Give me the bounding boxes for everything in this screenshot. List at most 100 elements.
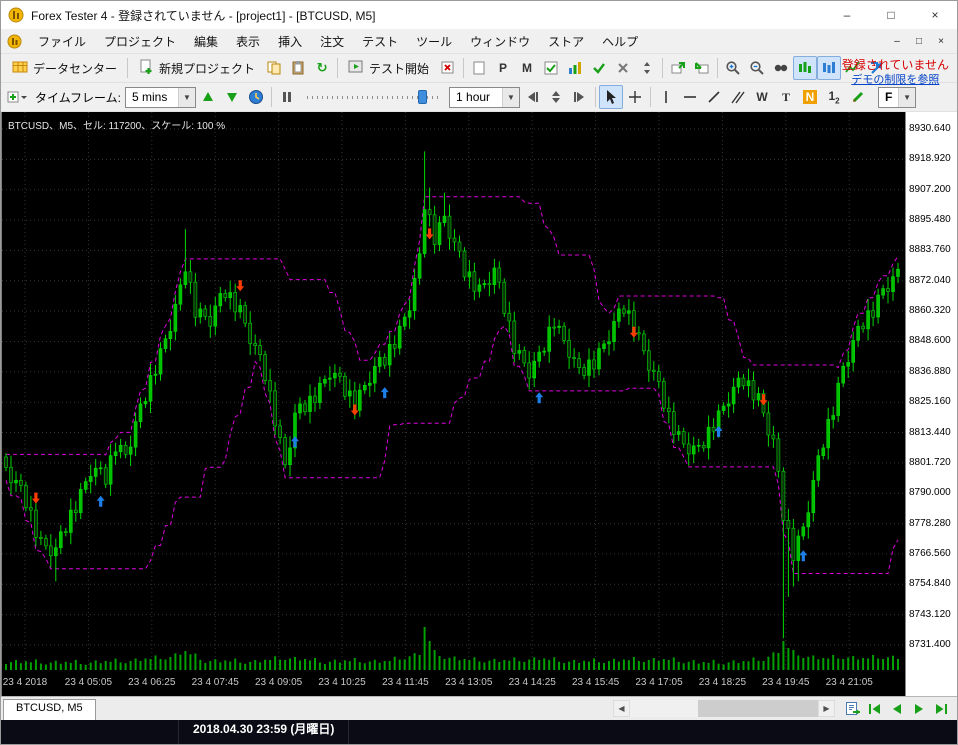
separator bbox=[662, 58, 664, 78]
envelope-lower-line bbox=[5, 325, 899, 574]
refresh-icon[interactable]: ↻ bbox=[310, 56, 334, 80]
accept-icon[interactable] bbox=[587, 56, 611, 80]
deposit-button[interactable] bbox=[666, 56, 690, 80]
numbers-tool-button[interactable]: 12 bbox=[822, 85, 846, 109]
new-chart-button[interactable] bbox=[467, 56, 491, 80]
menu-item[interactable]: ストア bbox=[539, 29, 593, 53]
menu-item[interactable]: 編集 bbox=[185, 29, 227, 53]
sell-arrow-icon bbox=[236, 280, 245, 292]
new-project-button[interactable]: 新規プロジェクト bbox=[131, 56, 262, 81]
slider-thumb[interactable] bbox=[418, 90, 428, 104]
chart-tab[interactable]: BTCUSD, M5 bbox=[3, 699, 96, 720]
menu-item[interactable]: ヘルプ bbox=[593, 29, 647, 53]
data-center-button[interactable]: データセンター bbox=[5, 56, 124, 81]
pending-order-button[interactable]: P bbox=[491, 56, 515, 80]
scrollbar-track[interactable] bbox=[630, 700, 818, 717]
maximize-button[interactable]: □ bbox=[869, 1, 913, 29]
mdi-close-button[interactable]: × bbox=[931, 32, 951, 50]
add-object-button[interactable] bbox=[5, 85, 29, 109]
go-previous-button[interactable] bbox=[887, 699, 907, 719]
chevron-down-icon[interactable]: ▼ bbox=[898, 87, 916, 107]
withdraw-button[interactable] bbox=[690, 56, 714, 80]
candle-mode-button[interactable] bbox=[793, 56, 818, 80]
crosshair-tool-button[interactable] bbox=[623, 85, 647, 109]
separator bbox=[463, 58, 465, 78]
step-forward-button[interactable] bbox=[568, 85, 592, 109]
title-bar[interactable]: Forex Tester 4 - 登録されていません - [project1] … bbox=[1, 1, 957, 29]
buy-arrow-icon bbox=[96, 495, 105, 507]
scrollbar-thumb[interactable] bbox=[698, 700, 818, 717]
data-center-icon bbox=[12, 59, 28, 78]
chart-plot[interactable]: BTCUSD、M5、セル: 117200、スケール: 100 % 23 4 20… bbox=[1, 112, 906, 696]
chart-scrollbar[interactable]: ◀ ▶ bbox=[613, 700, 835, 717]
price-axis-label: 8836.880 bbox=[909, 365, 951, 377]
chevron-down-icon[interactable]: ▼ bbox=[502, 87, 520, 107]
pointer-tool-button[interactable] bbox=[599, 85, 624, 109]
chevron-down-icon[interactable]: ▼ bbox=[178, 87, 196, 107]
scroll-right-button[interactable]: ▶ bbox=[818, 700, 835, 717]
window-title: Forex Tester 4 - 登録されていません - [project1] … bbox=[31, 8, 376, 23]
timeframe-down-button[interactable] bbox=[220, 85, 244, 109]
menu-item[interactable]: テスト bbox=[353, 29, 407, 53]
timeframe-label: タイムフレーム: bbox=[35, 90, 122, 105]
go-next-button[interactable] bbox=[909, 699, 929, 719]
zoom-out-button[interactable] bbox=[745, 56, 769, 80]
jump-interval-select[interactable]: 1 hour ▼ bbox=[449, 86, 521, 108]
timeframe-select[interactable]: 5 mins ▼ bbox=[125, 86, 197, 108]
autoscroll-button[interactable] bbox=[843, 699, 863, 719]
demo-limit-link[interactable]: デモの制限を参照 bbox=[851, 74, 939, 86]
close-button[interactable]: × bbox=[913, 1, 957, 29]
price-axis-label: 8825.160 bbox=[909, 396, 951, 408]
price-axis-label: 8918.920 bbox=[909, 153, 951, 165]
horizontal-line-tool[interactable] bbox=[678, 85, 702, 109]
not-registered-text: 登録されていません bbox=[841, 58, 949, 72]
menu-item[interactable]: ツール bbox=[407, 29, 461, 53]
menu-item[interactable]: プロジェクト bbox=[95, 29, 185, 53]
go-first-button[interactable] bbox=[865, 699, 885, 719]
menu-item[interactable]: ファイル bbox=[29, 29, 95, 53]
indicator-select[interactable]: F ▼ bbox=[878, 86, 917, 108]
finish-test-button[interactable] bbox=[436, 56, 460, 80]
mdi-restore-button[interactable]: □ bbox=[909, 32, 929, 50]
candlestick-chart[interactable]: 23 4 2018 23 4 05:05 23 4 06:25 23 4 07:45 2… bbox=[2, 112, 906, 696]
close-order-button[interactable] bbox=[611, 56, 635, 80]
speed-slider[interactable] bbox=[305, 88, 443, 106]
vertical-line-tool[interactable] bbox=[654, 85, 678, 109]
open-positions-button[interactable] bbox=[563, 56, 587, 80]
go-last-button[interactable] bbox=[931, 699, 951, 719]
menu-item[interactable]: 表示 bbox=[227, 29, 269, 53]
brush-tool-button[interactable] bbox=[846, 85, 870, 109]
mdi-minimize-button[interactable]: – bbox=[887, 32, 907, 50]
modify-order-button[interactable] bbox=[635, 56, 659, 80]
menu-item[interactable]: ウィンドウ bbox=[461, 29, 539, 53]
scroll-left-button[interactable]: ◀ bbox=[613, 700, 630, 717]
data-center-label: データセンター bbox=[33, 61, 118, 76]
time-zone-button[interactable] bbox=[244, 85, 268, 109]
copy-project-button[interactable] bbox=[262, 56, 286, 80]
find-bar-button[interactable] bbox=[769, 56, 793, 80]
pause-button[interactable] bbox=[275, 85, 299, 109]
text-tool-button[interactable]: T bbox=[774, 85, 798, 109]
confirm-order-button[interactable] bbox=[539, 56, 563, 80]
market-order-button[interactable]: M bbox=[515, 56, 539, 80]
time-axis-label: 23 4 15:45 bbox=[572, 677, 620, 688]
zoom-in-button[interactable] bbox=[721, 56, 745, 80]
start-test-button[interactable]: テスト開始 bbox=[341, 56, 436, 81]
channel-tool[interactable] bbox=[726, 85, 750, 109]
timeframe-up-button[interactable] bbox=[196, 85, 220, 109]
bar-mode-button[interactable] bbox=[817, 56, 842, 80]
price-axis-label: 8813.440 bbox=[909, 426, 951, 438]
price-axis[interactable]: 8930.640 8918.920 8907.200 8895.480 8883.760… bbox=[905, 112, 957, 696]
menu-item[interactable]: 挿入 bbox=[269, 29, 311, 53]
price-axis-label: 8883.760 bbox=[909, 244, 951, 256]
trend-line-tool[interactable] bbox=[702, 85, 726, 109]
paste-button[interactable] bbox=[286, 56, 310, 80]
menu-item[interactable]: 注文 bbox=[311, 29, 353, 53]
new-project-label: 新規プロジェクト bbox=[159, 61, 256, 76]
step-back-button[interactable] bbox=[520, 85, 544, 109]
bar-stepper[interactable] bbox=[544, 85, 568, 109]
note-tool-button[interactable]: N bbox=[798, 85, 822, 109]
minimize-button[interactable]: – bbox=[825, 1, 869, 29]
price-axis-label: 8907.200 bbox=[909, 183, 951, 195]
wave-tool-button[interactable]: W bbox=[750, 85, 774, 109]
